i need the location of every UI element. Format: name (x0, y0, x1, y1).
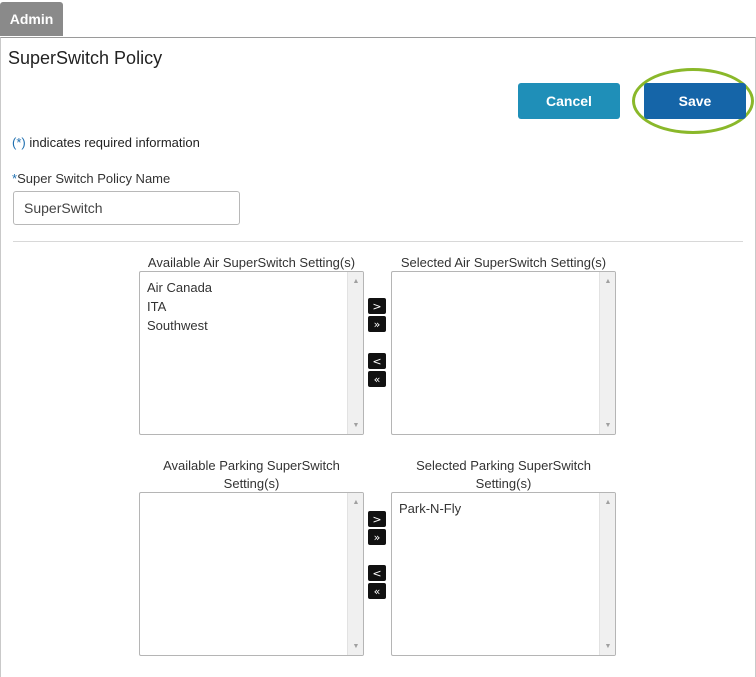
required-note: (*) indicates required information (12, 135, 200, 150)
available-air-list: Air Canada ITA Southwest (140, 272, 363, 341)
scroll-down-icon[interactable]: ▼ (600, 639, 615, 653)
list-item[interactable]: Southwest (147, 316, 356, 335)
scroll-down-icon[interactable]: ▼ (348, 418, 363, 432)
tab-admin[interactable]: Admin (0, 2, 63, 36)
selected-air-scrollbar[interactable]: ▲ ▼ (599, 272, 615, 434)
available-parking-list (140, 493, 363, 505)
policy-name-label-text: Super Switch Policy Name (17, 171, 171, 186)
parking-move-right-button[interactable]: > (368, 511, 386, 527)
scroll-up-icon[interactable]: ▲ (600, 495, 615, 509)
parking-move-all-right-button[interactable]: » (368, 529, 386, 545)
page-title: SuperSwitch Policy (8, 48, 163, 68)
selected-parking-list: Park-N-Fly (392, 493, 615, 524)
scroll-down-icon[interactable]: ▼ (600, 418, 615, 432)
scroll-up-icon[interactable]: ▲ (348, 274, 363, 288)
list-item[interactable]: Air Canada (147, 278, 356, 297)
list-item[interactable]: ITA (147, 297, 356, 316)
required-star: (*) (12, 135, 26, 150)
air-move-all-left-button[interactable]: « (368, 371, 386, 387)
scroll-down-icon[interactable]: ▼ (348, 639, 363, 653)
selected-parking-label: Selected Parking SuperSwitch Setting(s) (416, 458, 591, 491)
selected-air-label: Selected Air SuperSwitch Setting(s) (400, 255, 607, 270)
list-item[interactable]: Park-N-Fly (399, 499, 608, 518)
air-move-right-button[interactable]: > (368, 298, 386, 314)
scroll-up-icon[interactable]: ▲ (600, 274, 615, 288)
air-move-all-right-button[interactable]: » (368, 316, 386, 332)
policy-name-label: *Super Switch Policy Name (12, 171, 170, 186)
scroll-up-icon[interactable]: ▲ (348, 495, 363, 509)
available-parking-label: Available Parking SuperSwitch Setting(s) (163, 458, 340, 491)
available-parking-scrollbar[interactable]: ▲ ▼ (347, 493, 363, 655)
available-parking-listbox[interactable]: ▲ ▼ (139, 492, 364, 656)
save-button[interactable]: Save (644, 83, 746, 119)
selected-parking-scrollbar[interactable]: ▲ ▼ (599, 493, 615, 655)
available-air-listbox[interactable]: Air Canada ITA Southwest ▲ ▼ (139, 271, 364, 435)
available-air-label: Available Air SuperSwitch Setting(s) (147, 255, 356, 270)
air-move-left-button[interactable]: < (368, 353, 386, 369)
parking-move-all-left-button[interactable]: « (368, 583, 386, 599)
policy-name-input[interactable] (13, 191, 240, 225)
selected-parking-listbox[interactable]: Park-N-Fly ▲ ▼ (391, 492, 616, 656)
selected-air-listbox[interactable]: ▲ ▼ (391, 271, 616, 435)
available-air-scrollbar[interactable]: ▲ ▼ (347, 272, 363, 434)
divider (13, 241, 743, 242)
selected-air-list (392, 272, 615, 284)
cancel-button[interactable]: Cancel (518, 83, 620, 119)
parking-move-left-button[interactable]: < (368, 565, 386, 581)
required-note-text: indicates required information (25, 135, 200, 150)
